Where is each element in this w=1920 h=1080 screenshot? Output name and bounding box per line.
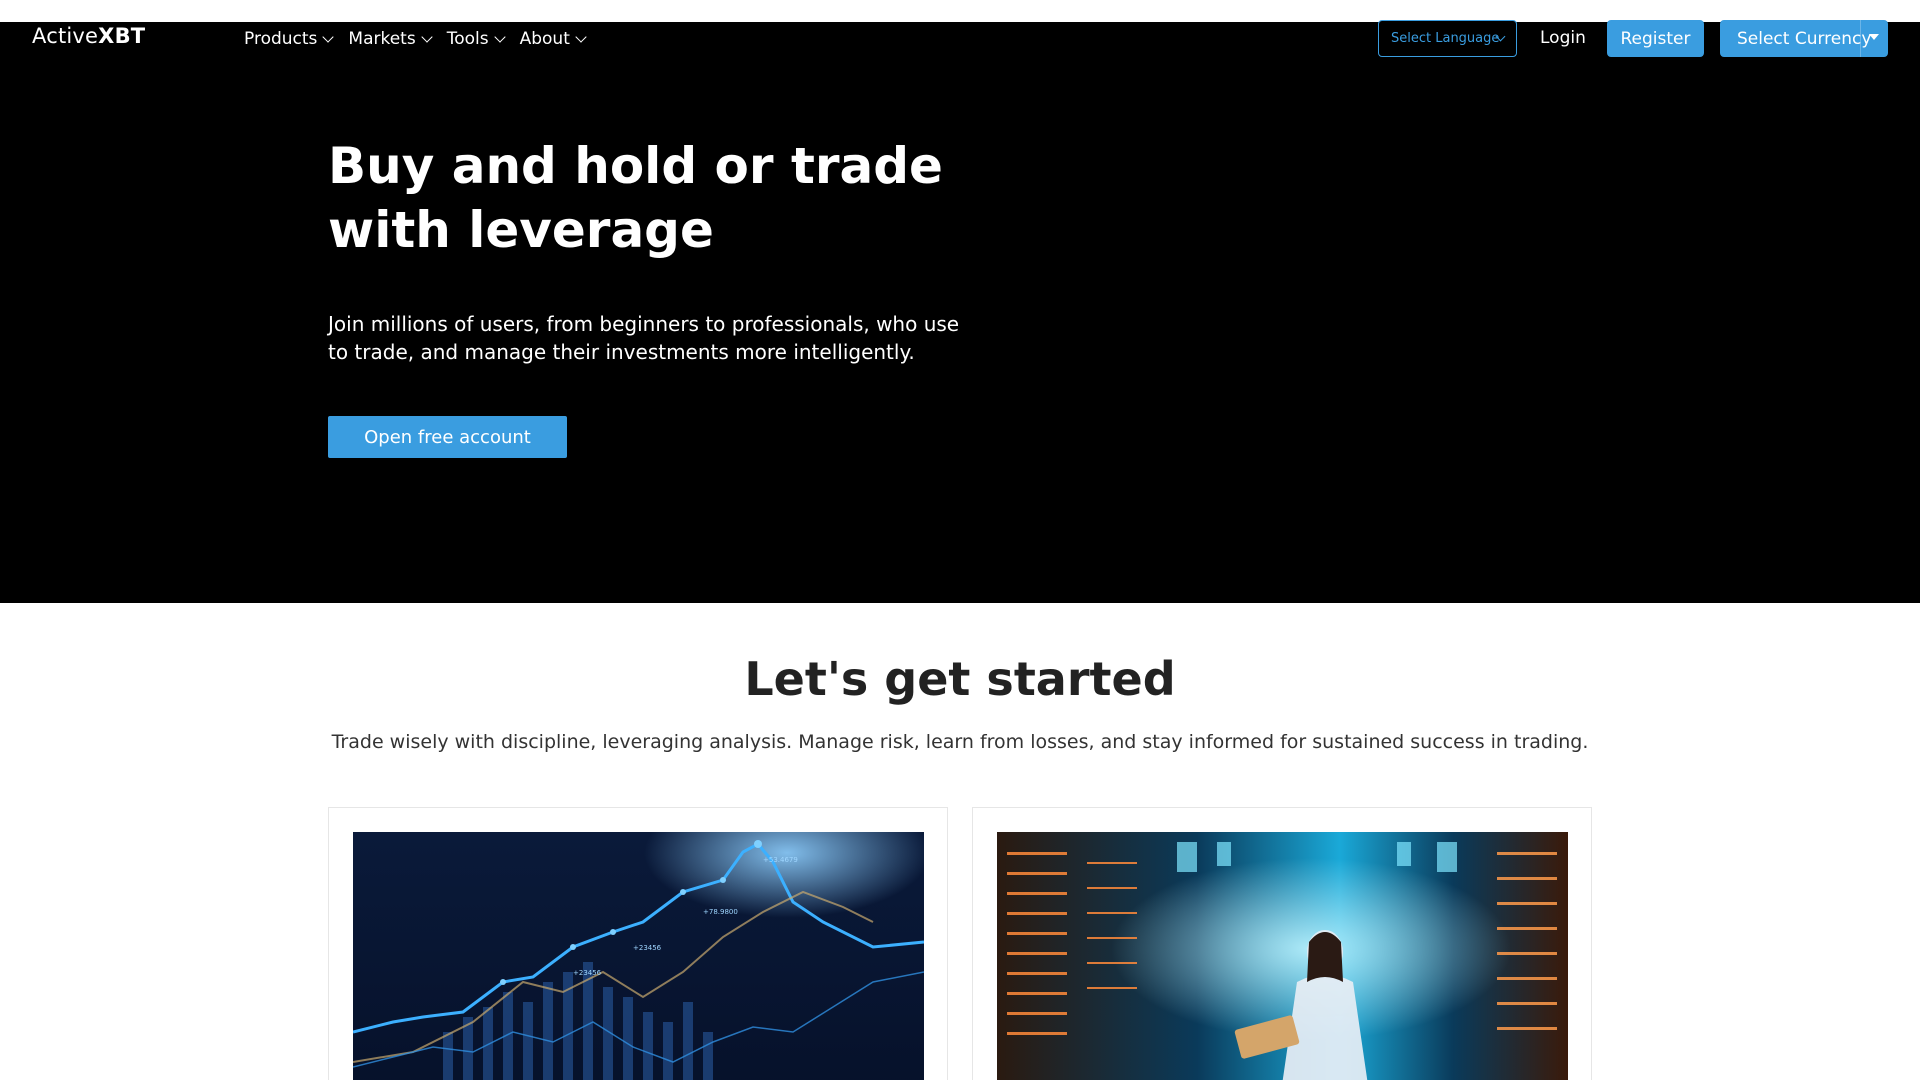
login-link[interactable]: Login bbox=[1540, 28, 1586, 48]
chart-label-3: +23456 bbox=[573, 969, 602, 977]
datacenter-illustration bbox=[997, 832, 1568, 1080]
register-button[interactable]: Register bbox=[1607, 20, 1704, 57]
menu-tools[interactable]: Tools bbox=[446, 29, 506, 49]
top-strip bbox=[0, 0, 1920, 22]
section-title: Let's get started bbox=[744, 652, 1176, 706]
logo-text-light: Active bbox=[32, 24, 99, 48]
logo-text-bold: XBT bbox=[98, 24, 146, 48]
hero-title: Buy and hold or trade with leverage bbox=[328, 134, 968, 262]
stock-chart-illustration: +78.9800 +23456 +23456 +53.4679 bbox=[353, 832, 924, 1080]
chart-label-2: +23456 bbox=[633, 944, 662, 952]
menu-tools-label: Tools bbox=[446, 29, 489, 49]
hero-subtitle: Join millions of users, from beginners t… bbox=[328, 312, 960, 364]
datacenter-woman-image bbox=[997, 832, 1568, 1080]
main-menu: Products Markets Tools About bbox=[244, 29, 601, 49]
menu-about[interactable]: About bbox=[519, 29, 587, 49]
card-trading[interactable]: +78.9800 +23456 +23456 +53.4679 bbox=[328, 807, 948, 1080]
stock-chart-image: +78.9800 +23456 +23456 +53.4679 bbox=[353, 832, 924, 1080]
caret-down-icon bbox=[1869, 34, 1879, 40]
top-nav: ActiveXBT Products Markets Tools About S… bbox=[0, 20, 1920, 57]
currency-select-label: Select Currency bbox=[1737, 28, 1872, 49]
card-technology[interactable] bbox=[972, 807, 1592, 1080]
open-account-button[interactable]: Open free account bbox=[328, 416, 567, 458]
hero-title-line1: Buy and hold or trade bbox=[328, 137, 943, 195]
chevron-down-icon bbox=[322, 30, 335, 43]
language-select[interactable]: Select Language bbox=[1378, 20, 1517, 57]
menu-products[interactable]: Products bbox=[244, 29, 335, 49]
language-select-value: Select Language bbox=[1391, 31, 1500, 46]
chart-label-4: +53.4679 bbox=[763, 856, 798, 864]
chevron-down-icon bbox=[421, 30, 433, 43]
menu-products-label: Products bbox=[244, 29, 318, 49]
chart-label-1: +78.9800 bbox=[703, 908, 738, 916]
currency-select-button[interactable]: Select Currency bbox=[1720, 20, 1888, 57]
chevron-down-icon bbox=[575, 30, 587, 43]
logo[interactable]: ActiveXBT bbox=[32, 24, 145, 48]
menu-about-label: About bbox=[519, 29, 570, 49]
menu-markets[interactable]: Markets bbox=[348, 29, 433, 49]
chevron-down-icon bbox=[493, 30, 506, 43]
section-subtitle: Trade wisely with discipline, leveraging… bbox=[331, 731, 1589, 753]
menu-markets-label: Markets bbox=[348, 29, 416, 49]
hero-title-line2: with leverage bbox=[328, 201, 714, 259]
